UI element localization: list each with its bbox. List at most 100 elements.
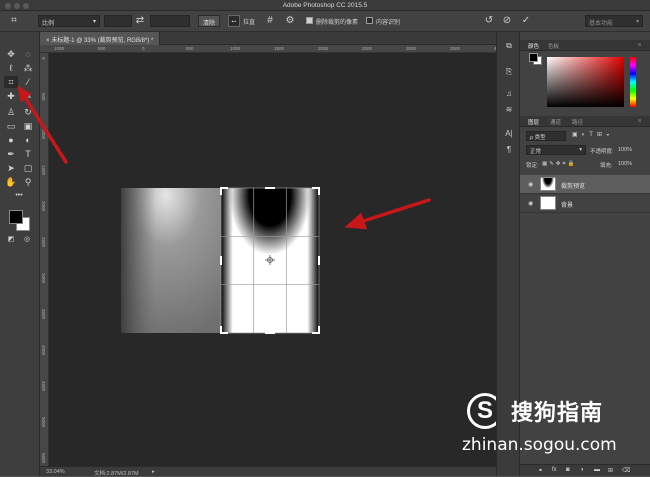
status-menu-icon[interactable]: ▸ <box>152 469 155 475</box>
clear-button[interactable]: 清除 <box>198 15 221 27</box>
annotation-arrow-crop <box>17 85 68 164</box>
quick-mask-icon[interactable]: ◎ <box>20 234 34 246</box>
status-bar: 33.04% 文档:2.87M/2.87M ▸ <box>40 466 496 477</box>
blend-mode-select[interactable]: 正常 ▾ <box>526 145 586 155</box>
document-tab-bar: × 未标题-1 @ 33% (裁剪预览, RGB/8*) * <box>40 32 496 45</box>
hand-tool-icon[interactable]: ✋ <box>4 176 18 188</box>
panel-menu-icon[interactable]: ≡ <box>638 42 641 48</box>
tab-channels[interactable]: 通道 <box>550 118 561 126</box>
canvas-workspace[interactable]: S <box>49 53 503 466</box>
more-tools-icon[interactable]: ••• <box>12 190 26 202</box>
zoom-level[interactable]: 33.04% <box>46 469 65 475</box>
layer-row[interactable]: ◉ 背景 <box>520 194 650 213</box>
fill-label: 填充: <box>600 163 613 169</box>
gear-icon[interactable]: ⚙ <box>284 15 296 27</box>
app-title: Adobe Photoshop CC 2015.5 <box>282 2 368 9</box>
hue-slider[interactable] <box>630 57 636 107</box>
layer-kind-filter[interactable]: ρ 类型 <box>526 131 566 141</box>
workspace-select[interactable]: 基本功能 ▾ <box>585 15 643 27</box>
straighten-label[interactable]: 拉直 <box>243 17 255 26</box>
crop-tool-preset-icon[interactable]: ⌗ <box>8 15 20 27</box>
horizontal-ruler: 100050005001000150020002500300035004000 <box>40 45 504 53</box>
layer-kind-value: ρ 类型 <box>530 135 546 141</box>
trash-icon[interactable]: ⌫ <box>622 467 630 474</box>
fill-value[interactable]: 100% <box>618 161 632 167</box>
ruler-h-label: 500 <box>98 46 106 51</box>
panel-menu-icon[interactable]: ≡ <box>638 118 641 124</box>
fx-icon[interactable]: fx <box>552 467 557 473</box>
tab-paths[interactable]: 路径 <box>572 118 583 126</box>
ruler-h-label: 1000 <box>230 46 241 51</box>
mask-icon[interactable]: ◙ <box>566 467 570 473</box>
commit-check-icon[interactable]: ✓ <box>520 15 532 27</box>
visibility-eye-icon[interactable]: ◉ <box>528 200 533 207</box>
visibility-eye-icon[interactable]: ◉ <box>528 181 533 188</box>
workspace-select-value: 基本功能 <box>589 21 614 27</box>
new-layer-icon[interactable]: ⊞ <box>608 467 613 474</box>
libraries-panel-icon[interactable]: ≋ <box>503 104 515 116</box>
default-colors-icon[interactable]: ◩ <box>4 234 18 246</box>
ruler-v-label: 2000 <box>41 201 46 212</box>
layer-filter-icons[interactable]: ▣◐T⊞◒ <box>572 131 614 138</box>
character-panel-icon[interactable]: A| <box>503 128 515 140</box>
blend-mode-value: 正常 <box>530 149 542 155</box>
ruler-v-label: 4000 <box>41 345 46 356</box>
chevron-down-icon: ▾ <box>92 19 96 25</box>
lock-label: 锁定: <box>526 163 539 169</box>
layers-panel-header: 图层 通道 路径 ≡ <box>520 116 650 127</box>
cancel-icon[interactable]: ⊘ <box>501 15 513 27</box>
ruler-v-label: 4500 <box>41 381 46 392</box>
ratio-height-input[interactable] <box>150 15 190 27</box>
chevron-down-icon: ▾ <box>579 147 582 153</box>
content-aware-checkbox[interactable] <box>366 17 373 24</box>
ruler-h-label: 3000 <box>406 46 417 51</box>
adjustments-panel-icon[interactable]: ♫ <box>503 88 515 100</box>
adjustment-icon[interactable]: ◑ <box>580 467 584 473</box>
tab-layers[interactable]: 图层 <box>528 118 539 126</box>
tab-swatches[interactable]: 色板 <box>548 42 559 50</box>
delete-cropped-label: 删除裁剪的像素 <box>316 20 359 26</box>
folder-icon[interactable]: ▬ <box>594 467 600 473</box>
ruler-v-label: 5000 <box>41 417 46 428</box>
ruler-v-label: 3500 <box>41 309 46 320</box>
history-panel-icon[interactable]: ⧉ <box>503 40 515 52</box>
foreground-color-swatch[interactable] <box>9 210 23 224</box>
delete-cropped-checkbox[interactable] <box>306 17 313 24</box>
ruler-h-label: 500 <box>186 46 194 51</box>
layer-thumbnail <box>540 196 556 210</box>
link-icon[interactable]: ⚭ <box>538 467 543 474</box>
zoom-tool-icon[interactable]: ⚲ <box>21 176 35 188</box>
ruler-v-label: 5500 <box>41 453 46 464</box>
ruler-h-label: 3500 <box>450 46 461 51</box>
canvas-image <box>121 187 431 334</box>
paragraph-panel-icon[interactable]: ¶ <box>503 144 515 156</box>
ratio-width-input[interactable] <box>104 15 132 27</box>
swap-arrows-icon[interactable]: ⇄ <box>134 15 146 27</box>
reset-icon[interactable]: ↺ <box>483 15 495 27</box>
panel-fg-swatch[interactable] <box>529 53 538 62</box>
ruler-h-label: 2500 <box>362 46 373 51</box>
options-bar: ⌗ 比例 ▾ ⇄ 清除 ⊷ 拉直 # ⚙ 删除裁剪的像素 内容识别 ↺ ⊘ ✓ 基… <box>0 11 650 32</box>
title-bar: Adobe Photoshop CC 2015.5 <box>0 0 650 11</box>
layer-name[interactable]: 裁剪预览 <box>561 181 585 190</box>
straighten-icon[interactable]: ⊷ <box>228 15 240 27</box>
overlay-grid-icon[interactable]: # <box>264 15 276 27</box>
opacity-value[interactable]: 100% <box>618 147 632 153</box>
opacity-label: 不透明度: <box>590 149 614 155</box>
layer-thumbnail <box>540 177 556 191</box>
ratio-select[interactable]: 比例 ▾ <box>38 15 100 27</box>
ruler-v-label: 2500 <box>41 237 46 248</box>
tab-color[interactable]: 颜色 <box>528 42 539 50</box>
properties-panel-icon[interactable]: ⎘ <box>503 66 515 78</box>
ruler-h-label: 2000 <box>318 46 329 51</box>
color-field[interactable] <box>547 57 624 107</box>
content-aware-label: 内容识别 <box>376 20 401 26</box>
ratio-select-value: 比例 <box>42 21 55 27</box>
lock-icons[interactable]: ▦✎✥⌗🔒 <box>542 161 576 168</box>
ruler-v-label: 3000 <box>41 273 46 284</box>
ruler-h-label: 0 <box>142 46 145 51</box>
layers-footer: ⚭ fx ◙ ◑ ▬ ⊞ ⌫ <box>520 464 650 476</box>
watermark-url: zhinan.sogou.com <box>462 435 617 455</box>
layer-row-selected[interactable]: ◉ 裁剪预览 <box>520 175 650 194</box>
layer-name[interactable]: 背景 <box>561 200 573 209</box>
